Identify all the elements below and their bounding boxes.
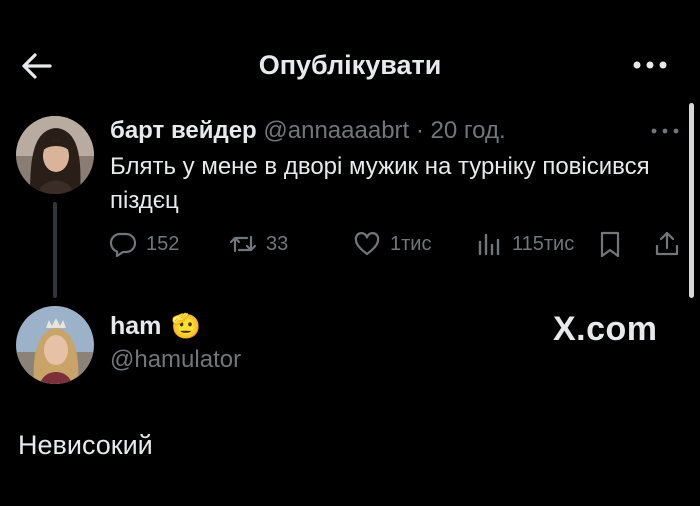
more-horizontal-icon[interactable] xyxy=(630,55,670,75)
author-name[interactable]: барт вейдер xyxy=(110,117,257,144)
reply-author-handle[interactable]: @hamulator xyxy=(110,346,241,374)
author-handle[interactable]: @annaaaabrt xyxy=(263,117,409,144)
xcom-logo: X.com xyxy=(553,310,658,348)
saluting-face-emoji: 🫡 xyxy=(171,313,202,340)
page-title: Опублікувати xyxy=(258,50,442,80)
reply-text: Невисокий xyxy=(18,430,153,460)
reply-author-name[interactable]: ham 🫡 xyxy=(110,312,201,341)
top-bar: Опублікувати xyxy=(0,0,700,120)
reply-count: 152 xyxy=(146,232,180,255)
like-count: 1тис xyxy=(390,232,432,255)
tweet-time[interactable]: 20 год. xyxy=(431,117,506,144)
repost-count: 33 xyxy=(266,232,289,255)
avatar[interactable] xyxy=(16,116,94,194)
bookmark-button[interactable] xyxy=(596,228,624,260)
reply-author-name-text: ham xyxy=(110,312,162,340)
reply-button[interactable]: 152 xyxy=(108,228,179,260)
avatar[interactable] xyxy=(16,306,94,384)
repost-button[interactable]: 33 xyxy=(228,228,288,260)
scrollbar[interactable] xyxy=(689,103,694,298)
reply-icon xyxy=(109,232,137,258)
bookmark-icon xyxy=(600,231,620,258)
separator: · xyxy=(415,117,424,144)
views-bar-chart-icon xyxy=(478,233,500,256)
share-icon xyxy=(655,231,679,256)
tweet-actions: 152 33 1тис 115тис xyxy=(0,228,700,262)
repost-icon xyxy=(229,235,257,253)
more-horizontal-icon[interactable] xyxy=(650,124,680,138)
heart-icon xyxy=(354,232,380,256)
views-count: 115тис xyxy=(512,232,575,255)
tweet-header: барт вейдер @annaaaabrt · 20 год. xyxy=(110,117,506,145)
tweet-text: Блять у мене в дворі мужик на турніку по… xyxy=(110,153,650,214)
like-button[interactable]: 1тис xyxy=(352,228,431,260)
share-button[interactable] xyxy=(652,228,682,260)
views-button[interactable]: 115тис xyxy=(474,228,574,260)
